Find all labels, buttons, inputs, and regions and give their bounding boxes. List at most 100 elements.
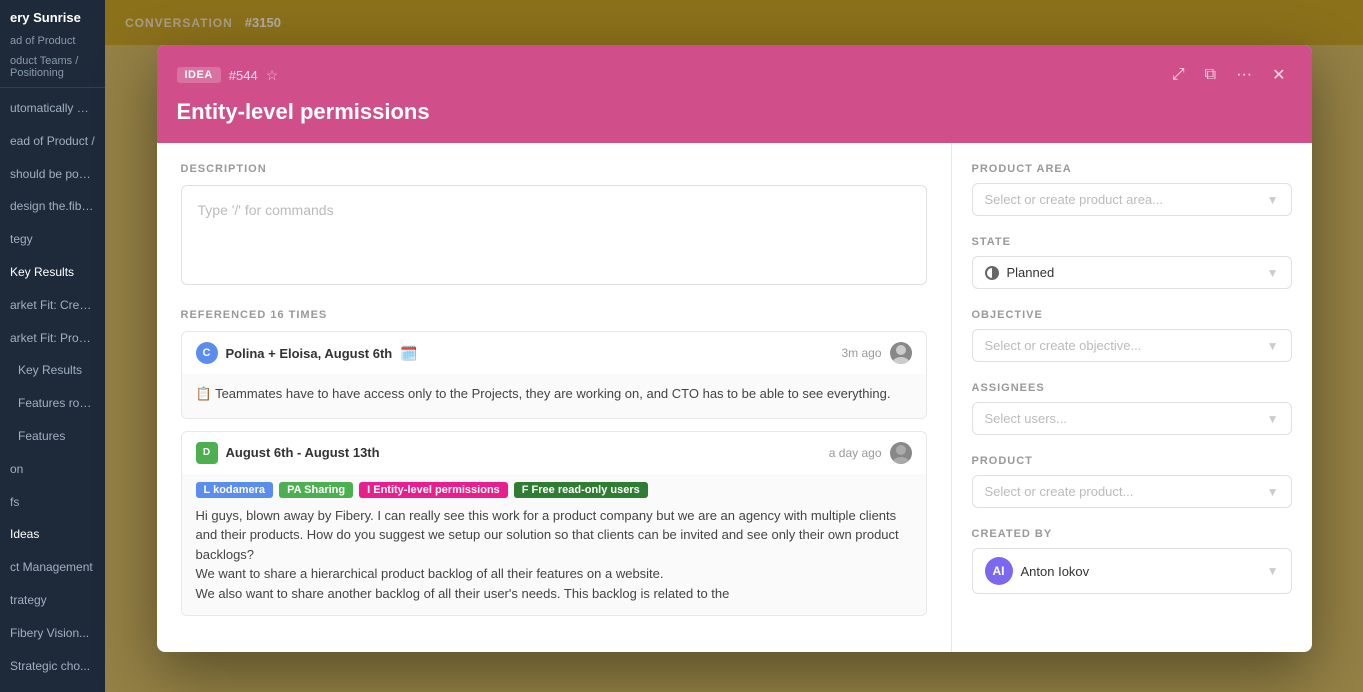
ref2-badge: D xyxy=(196,442,218,464)
product-area-label: PRODUCT AREA xyxy=(972,163,1292,175)
ref2-user-avatar xyxy=(890,442,912,464)
created-by-chevron-icon: ▼ xyxy=(1267,564,1279,578)
ref2-header-right: a day ago xyxy=(829,442,912,464)
created-by-left: AI Anton Iokov xyxy=(985,557,1090,585)
product-label: PRODUCT xyxy=(972,455,1292,467)
assignees-placeholder: Select users... xyxy=(985,411,1067,426)
product-area-select[interactable]: Select or create product area... ▼ xyxy=(972,183,1292,216)
state-chevron-icon: ▼ xyxy=(1267,266,1279,280)
sidebar-item-ct-mgmt[interactable]: ct Management xyxy=(0,551,105,584)
ref2-tag-row: L kodamera PA Sharing I Entity-level per… xyxy=(196,482,912,498)
objective-select[interactable]: Select or create objective... ▼ xyxy=(972,329,1292,362)
ref2-time: a day ago xyxy=(829,446,882,460)
ref1-header: C Polina + Eloisa, August 6th 🗓️ 3m ago xyxy=(182,332,926,374)
ref2-title: August 6th - August 13th xyxy=(226,445,380,460)
state-field: STATE Planned ▼ xyxy=(972,236,1292,289)
referenced-section: REFERENCED 16 TIMES C Polina + Eloisa, A… xyxy=(181,309,927,616)
ref1-header-left: C Polina + Eloisa, August 6th 🗓️ xyxy=(196,342,418,364)
assignees-chevron-icon: ▼ xyxy=(1267,412,1279,426)
ref2-header: D August 6th - August 13th a day ago xyxy=(182,432,926,474)
idea-modal: IDEA #544 ☆ ⤢ ⧉ ··· ✕ Entity-level permi… xyxy=(157,45,1312,652)
ref1-author-avatar: C xyxy=(196,342,218,364)
sidebar-item-features[interactable]: Features xyxy=(0,420,105,453)
tag-free-readonly: F Free read-only users xyxy=(514,482,648,498)
ref1-text: 📋 Teammates have to have access only to … xyxy=(196,384,912,404)
product-chevron-icon: ▼ xyxy=(1267,485,1279,499)
ref2-text3: We also want to share another backlog of… xyxy=(196,584,912,604)
modal-title: Entity-level permissions xyxy=(177,99,1292,125)
ref1-emoji: 🗓️ xyxy=(400,345,417,362)
sidebar-item-should[interactable]: should be possib... xyxy=(0,158,105,191)
modal-header: IDEA #544 ☆ ⤢ ⧉ ··· ✕ Entity-level permi… xyxy=(157,45,1312,143)
product-placeholder: Select or create product... xyxy=(985,484,1134,499)
product-area-placeholder: Select or create product area... xyxy=(985,192,1163,207)
idea-number: #544 xyxy=(229,68,258,83)
chevron-down-icon: ▼ xyxy=(1267,193,1279,207)
reference-item-1: C Polina + Eloisa, August 6th 🗓️ 3m ago xyxy=(181,331,927,419)
idea-type-badge: IDEA xyxy=(177,67,221,83)
modal-right-panel: PRODUCT AREA Select or create product ar… xyxy=(952,143,1312,652)
modal-overlay: IDEA #544 ☆ ⤢ ⧉ ··· ✕ Entity-level permi… xyxy=(105,0,1363,692)
ref1-header-right: 3m ago xyxy=(841,342,911,364)
creator-avatar: AI xyxy=(985,557,1013,585)
sidebar-divider-1 xyxy=(0,87,105,88)
created-by-select[interactable]: AI Anton Iokov ▼ xyxy=(972,548,1292,594)
sidebar-workspace-name[interactable]: ery Sunrise xyxy=(0,0,105,31)
modal-header-top-row: IDEA #544 ☆ ⤢ ⧉ ··· ✕ xyxy=(177,61,1292,89)
created-by-label: CREATED BY xyxy=(972,528,1292,540)
sidebar-item-design[interactable]: design the.fibe... xyxy=(0,190,105,223)
description-label: DESCRIPTION xyxy=(181,163,927,175)
product-area-field: PRODUCT AREA Select or create product ar… xyxy=(972,163,1292,216)
sidebar-item-market1[interactable]: arket Fit: Creat... xyxy=(0,289,105,322)
objective-field: OBJECTIVE Select or create objective... … xyxy=(972,309,1292,362)
state-select[interactable]: Planned ▼ xyxy=(972,256,1292,289)
sidebar-item-market2[interactable]: arket Fit: Produ... xyxy=(0,322,105,355)
sidebar-sub-head: ad of Product xyxy=(0,31,105,51)
sidebar-item-features-road[interactable]: Features road... xyxy=(0,387,105,420)
sidebar-item-key-results[interactable]: Key Results xyxy=(0,256,105,289)
sidebar-item-key-results-2[interactable]: Key Results xyxy=(0,354,105,387)
sidebar-sub-teams: oduct Teams / Positioning xyxy=(0,51,105,83)
tag-sharing: PA Sharing xyxy=(279,482,353,498)
tag-entity-permissions: I Entity-level permissions xyxy=(359,482,508,498)
sidebar: ery Sunrise ad of Product oduct Teams / … xyxy=(0,0,105,692)
expand-button[interactable]: ⤢ xyxy=(1166,62,1191,88)
state-select-left: Planned xyxy=(985,265,1055,280)
sidebar-item-ideas[interactable]: Ideas xyxy=(0,518,105,551)
modal-header-actions: ⤢ ⧉ ··· ✕ xyxy=(1166,61,1292,89)
modal-body: DESCRIPTION Type '/' for commands REFERE… xyxy=(157,143,1312,652)
ref2-header-left: D August 6th - August 13th xyxy=(196,442,380,464)
product-field: PRODUCT Select or create product... ▼ xyxy=(972,455,1292,508)
ref1-user-avatar xyxy=(890,342,912,364)
created-by-row: AI Anton Iokov ▼ xyxy=(985,557,1279,585)
description-placeholder: Type '/' for commands xyxy=(198,202,334,218)
objective-placeholder: Select or create objective... xyxy=(985,338,1142,353)
more-button[interactable]: ··· xyxy=(1230,62,1258,88)
objective-label: OBJECTIVE xyxy=(972,309,1292,321)
split-button[interactable]: ⧉ xyxy=(1199,62,1222,88)
sidebar-item-tegy[interactable]: tegy xyxy=(0,223,105,256)
sidebar-item-freestyle[interactable]: Freestyle get... xyxy=(0,682,105,692)
ref2-text2: We want to share a hierarchical product … xyxy=(196,564,912,584)
sidebar-item-autogen[interactable]: utomatically gen... xyxy=(0,92,105,125)
star-icon[interactable]: ☆ xyxy=(266,67,279,84)
objective-chevron-icon: ▼ xyxy=(1267,339,1279,353)
assignees-field: ASSIGNEES Select users... ▼ xyxy=(972,382,1292,435)
sidebar-item-fs[interactable]: fs xyxy=(0,486,105,519)
assignees-select[interactable]: Select users... ▼ xyxy=(972,402,1292,435)
sidebar-item-trategy[interactable]: trategy xyxy=(0,584,105,617)
description-input[interactable]: Type '/' for commands xyxy=(181,185,927,285)
sidebar-item-head-product[interactable]: ead of Product / xyxy=(0,125,105,158)
sidebar-item-fibery-vision[interactable]: Fibery Vision... xyxy=(0,617,105,650)
sidebar-item-strategic[interactable]: Strategic cho... xyxy=(0,650,105,683)
state-dot-icon xyxy=(985,266,999,280)
close-button[interactable]: ✕ xyxy=(1266,61,1291,89)
ref1-body: 📋 Teammates have to have access only to … xyxy=(182,374,926,418)
ref2-body: L kodamera PA Sharing I Entity-level per… xyxy=(182,474,926,616)
sidebar-item-on[interactable]: on xyxy=(0,453,105,486)
product-select[interactable]: Select or create product... ▼ xyxy=(972,475,1292,508)
reference-item-2: D August 6th - August 13th a day ago xyxy=(181,431,927,617)
assignees-label: ASSIGNEES xyxy=(972,382,1292,394)
tag-kodamera: L kodamera xyxy=(196,482,274,498)
state-label: STATE xyxy=(972,236,1292,248)
